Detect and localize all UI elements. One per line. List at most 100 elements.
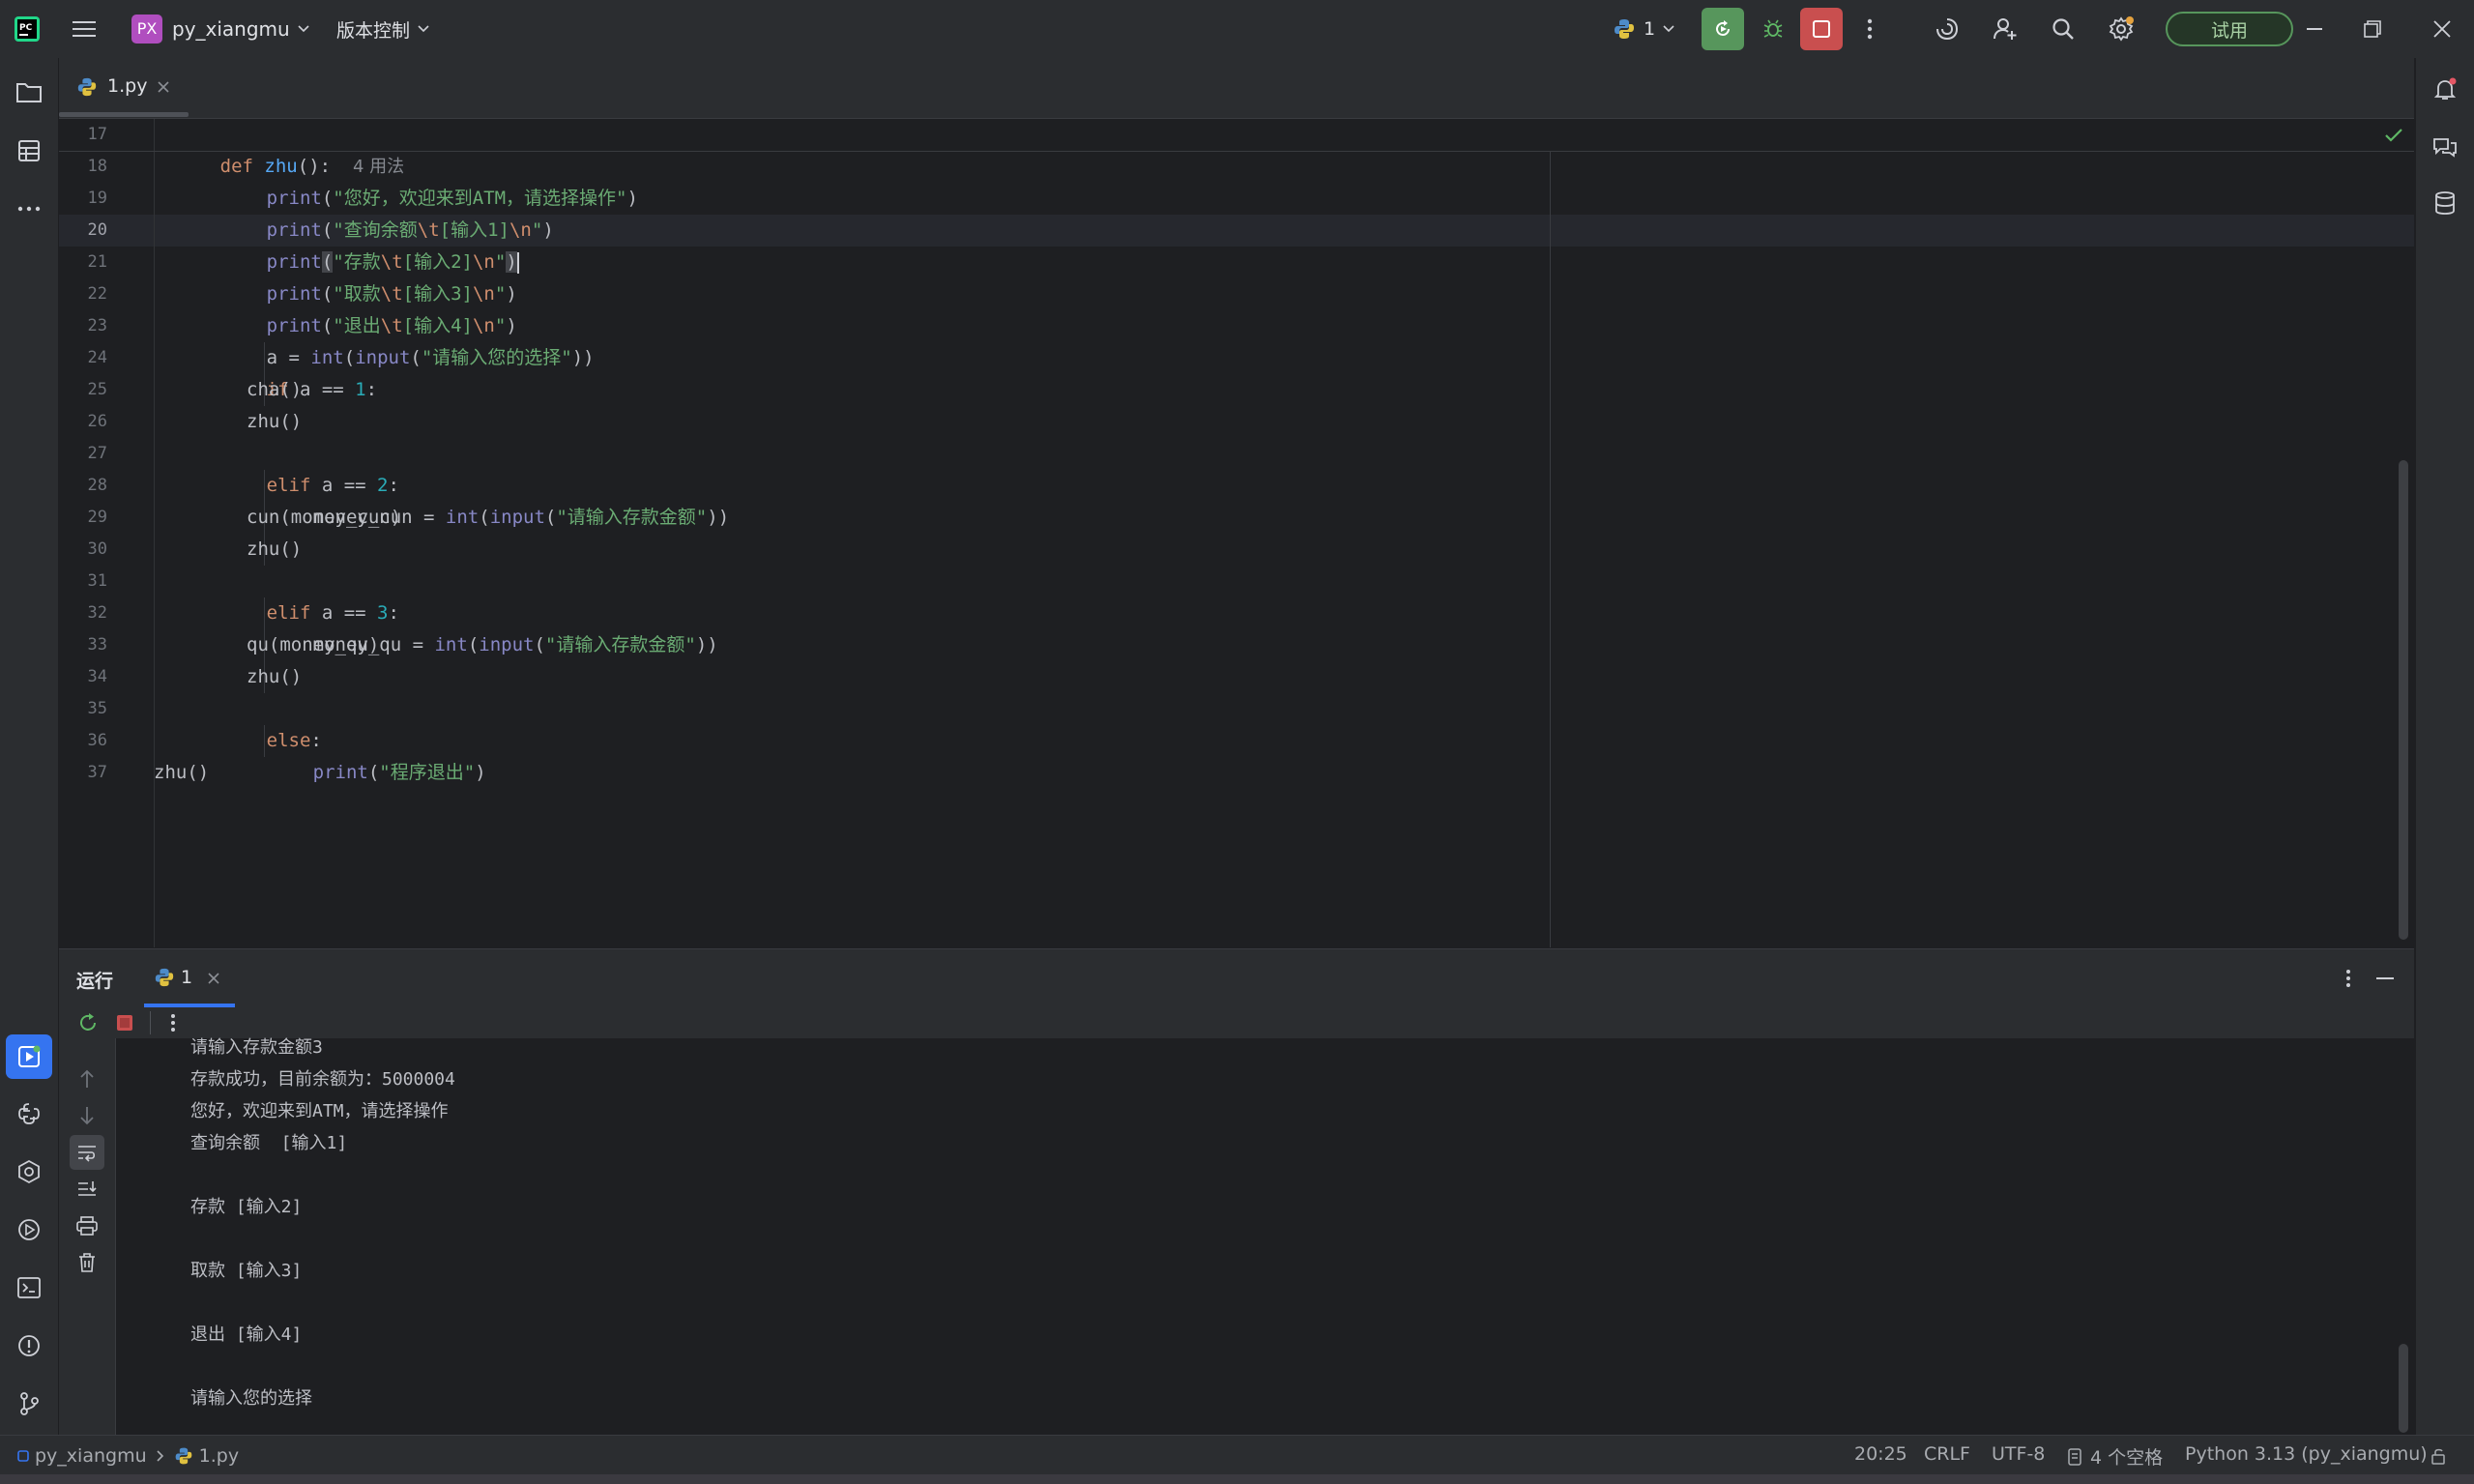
add-user-icon[interactable] <box>1988 12 2023 46</box>
print-icon[interactable] <box>72 1210 102 1241</box>
line-number-current: 20 <box>87 220 107 240</box>
pycharm-logo-icon: PC <box>14 15 41 43</box>
stop-icon[interactable] <box>109 1007 140 1038</box>
caret-position[interactable]: 20:25 <box>1854 1443 1907 1465</box>
stop-button[interactable] <box>1800 8 1843 50</box>
ai-assistant-icon[interactable] <box>1930 12 1965 46</box>
more-options-icon[interactable] <box>2333 963 2364 994</box>
indent-setting[interactable]: 4 个空格 <box>2090 1443 2163 1469</box>
notifications-bell-icon[interactable] <box>2426 70 2464 108</box>
code-token: zhu() <box>154 762 210 783</box>
rerun-button[interactable] <box>1702 8 1744 50</box>
code-editor[interactable]: 17 18 19 20 21 22 23 24 25 26 27 28 29 3… <box>59 119 2414 947</box>
restore-icon[interactable] <box>2343 10 2401 48</box>
run-tab-1[interactable]: 1 <box>144 949 235 1007</box>
scroll-up-icon[interactable] <box>72 1063 102 1094</box>
code-token: print <box>312 762 368 783</box>
run-tool-icon[interactable] <box>6 1034 52 1079</box>
scroll-to-end-icon[interactable] <box>72 1174 102 1205</box>
run-config-selector[interactable]: 1 <box>1613 14 1674 44</box>
project-folder-icon[interactable] <box>10 73 48 112</box>
settings-gear-icon[interactable] <box>2104 12 2139 46</box>
text-cursor <box>516 251 519 274</box>
more-tools-icon[interactable] <box>10 189 48 228</box>
search-icon[interactable] <box>2046 12 2081 46</box>
more-options-icon[interactable] <box>158 1007 189 1038</box>
line-number: 21 <box>87 252 107 272</box>
project-switcher[interactable]: PX py_xiangmu <box>131 14 309 44</box>
close-tab-icon[interactable] <box>156 79 171 95</box>
database-icon[interactable] <box>2426 184 2464 222</box>
code-line-24: if a == 1: <box>200 342 377 400</box>
no-problems-check-icon[interactable] <box>2383 125 2404 146</box>
chevron-down-icon <box>418 25 429 33</box>
line-number: 27 <box>87 444 107 463</box>
active-tab-underline <box>59 112 189 117</box>
main-menu-icon[interactable] <box>68 14 101 44</box>
ai-chat-icon[interactable] <box>2426 128 2464 166</box>
python-icon <box>1613 17 1636 41</box>
code-line-33: qu(money_qu) <box>247 629 379 661</box>
close-tab-icon[interactable] <box>206 971 221 986</box>
code-token: ( <box>467 634 480 655</box>
breadcrumb-project[interactable]: py_xiangmu <box>35 1445 147 1467</box>
line-number: 37 <box>87 763 107 782</box>
code-token: zhu() <box>247 666 303 687</box>
line-number: 17 <box>87 125 107 144</box>
chevron-down-icon <box>1663 25 1674 33</box>
code-line-32: money_qu = int(input("请输入存款金额")) <box>247 597 718 655</box>
soft-wrap-icon[interactable] <box>70 1135 104 1170</box>
run-panel-title: 运行 <box>76 971 114 992</box>
status-bar: py_xiangmu 1.py 20:25 CRLF UTF-8 4 个空格 P… <box>0 1435 2474 1475</box>
python-packages-icon[interactable] <box>10 1094 48 1133</box>
line-number: 22 <box>87 284 107 304</box>
line-number: 32 <box>87 603 107 623</box>
code-line-23: a = int(input("请输入您的选择")) <box>200 310 595 368</box>
rerun-icon[interactable] <box>73 1007 103 1038</box>
trial-button[interactable]: 试用 <box>2166 12 2293 46</box>
python-interpreter[interactable]: Python 3.13 (py_xiangmu) <box>2185 1443 2428 1465</box>
run-configurations-icon[interactable] <box>10 1210 48 1249</box>
problems-icon[interactable] <box>10 1326 48 1365</box>
scroll-down-icon[interactable] <box>72 1100 102 1131</box>
console-line: 退出 [输入4] <box>190 1324 303 1345</box>
editor-tab-1py[interactable]: 1.py <box>59 58 189 118</box>
code-token: input <box>479 634 535 655</box>
editor-scrollbar[interactable] <box>2399 460 2408 940</box>
hide-panel-icon[interactable] <box>2370 963 2401 994</box>
console-scrollbar[interactable] <box>2399 1344 2408 1433</box>
code-line-26: zhu() <box>247 406 302 438</box>
services-icon[interactable] <box>10 1152 48 1191</box>
line-number: 18 <box>87 157 107 176</box>
code-line-36: print("程序退出") <box>247 725 486 783</box>
svg-text:PC: PC <box>19 23 33 33</box>
console-line: 取款 [输入3] <box>190 1261 303 1281</box>
structure-icon[interactable] <box>10 131 48 170</box>
close-window-icon[interactable] <box>2413 10 2471 48</box>
minimize-icon[interactable] <box>2285 10 2343 48</box>
tab-file-name: 1.py <box>107 75 148 97</box>
code-token: int <box>434 634 468 655</box>
code-line-31: elif a == 3: <box>200 566 399 624</box>
line-number: 29 <box>87 508 107 527</box>
right-tool-strip <box>2415 58 2474 1435</box>
lock-icon[interactable] <box>2429 1445 2450 1467</box>
debug-bug-icon[interactable] <box>1754 10 1792 48</box>
chevron-right-icon <box>157 1450 164 1462</box>
file-encoding[interactable]: UTF-8 <box>1992 1443 2045 1465</box>
trash-icon[interactable] <box>72 1247 102 1278</box>
vcs-menu[interactable]: 版本控制 <box>336 14 429 44</box>
git-branch-icon[interactable] <box>10 1384 48 1423</box>
terminal-icon[interactable] <box>10 1268 48 1307</box>
code-token: ( <box>479 507 490 528</box>
more-actions-icon[interactable] <box>1854 12 1885 46</box>
code-token: int <box>445 507 480 528</box>
code-token: ( <box>367 762 380 783</box>
toolbar-separator <box>150 1011 151 1034</box>
title-bar: PC PX py_xiangmu 版本控制 1 试用 <box>0 0 2474 59</box>
code-line-21: print("取款\t[输入3]\n") <box>200 247 517 305</box>
run-config-count: 1 <box>1644 18 1656 40</box>
breadcrumb-file[interactable]: 1.py <box>199 1445 239 1467</box>
run-toolbar <box>59 1007 2414 1038</box>
line-ending[interactable]: CRLF <box>1924 1443 1970 1465</box>
